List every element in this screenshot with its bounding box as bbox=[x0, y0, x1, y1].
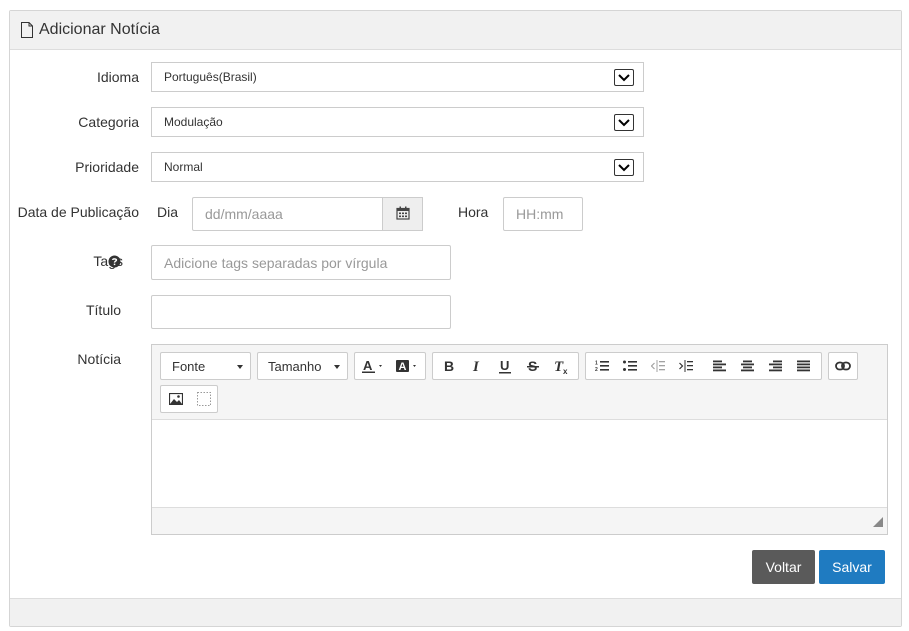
font-label: Fonte bbox=[172, 358, 206, 374]
image-icon[interactable] bbox=[162, 386, 190, 412]
titulo-label: Título bbox=[85, 302, 121, 318]
question-circle-icon[interactable] bbox=[108, 255, 121, 271]
calendar-button[interactable] bbox=[382, 197, 423, 231]
caret-down-icon bbox=[334, 365, 340, 369]
chevron-down-icon bbox=[614, 159, 634, 176]
font-dropdown[interactable]: Fonte bbox=[160, 352, 251, 380]
svg-text:x: x bbox=[563, 367, 568, 374]
time-placeholder: HH:mm bbox=[516, 206, 564, 222]
prioridade-value: Normal bbox=[164, 160, 203, 174]
panel-heading: Adicionar Notícia bbox=[10, 11, 901, 50]
hora-label: Hora bbox=[458, 204, 489, 220]
svg-text:2: 2 bbox=[595, 367, 598, 372]
dia-label: Dia bbox=[157, 204, 179, 220]
categoria-select[interactable]: Modulação bbox=[151, 107, 644, 137]
align-right-icon[interactable] bbox=[762, 353, 790, 379]
prioridade-label: Prioridade bbox=[75, 159, 139, 175]
outdent-icon[interactable] bbox=[644, 353, 672, 379]
noticia-label: Notícia bbox=[77, 351, 121, 367]
color-group: A A bbox=[354, 352, 426, 380]
data-publicacao-label: Data de Publicação bbox=[17, 204, 139, 220]
panel-footer bbox=[10, 598, 901, 626]
document-icon bbox=[20, 22, 34, 38]
categoria-label: Categoria bbox=[78, 114, 139, 130]
calendar-icon bbox=[395, 206, 410, 223]
chevron-down-icon bbox=[614, 69, 634, 86]
time-input[interactable]: HH:mm bbox=[503, 197, 583, 231]
date-placeholder: dd/mm/aaaa bbox=[205, 206, 283, 222]
text-style-group: B I U S Tx bbox=[432, 352, 579, 380]
panel-title: Adicionar Notícia bbox=[39, 21, 160, 38]
video-icon[interactable] bbox=[190, 386, 218, 412]
svg-text:1: 1 bbox=[595, 361, 598, 367]
clear-format-icon[interactable]: Tx bbox=[547, 353, 575, 379]
highlight-color-icon[interactable]: A bbox=[391, 353, 425, 379]
tags-input[interactable]: Adicione tags separadas por vírgula bbox=[151, 245, 451, 280]
editor-toolbar: Fonte Tamanho A A B I U T x 1 2 bbox=[152, 345, 887, 420]
text-color-icon[interactable]: A bbox=[357, 353, 391, 379]
unordered-list-icon[interactable] bbox=[616, 353, 644, 379]
svg-text:I: I bbox=[472, 359, 480, 373]
align-center-icon[interactable] bbox=[734, 353, 762, 379]
link-group bbox=[828, 352, 858, 380]
svg-text:U: U bbox=[500, 359, 509, 373]
italic-icon[interactable]: I bbox=[463, 353, 491, 379]
align-left-icon[interactable] bbox=[706, 353, 734, 379]
size-dropdown[interactable]: Tamanho bbox=[257, 352, 348, 380]
justify-icon[interactable] bbox=[790, 353, 818, 379]
save-button[interactable]: Salvar bbox=[819, 550, 885, 584]
size-label: Tamanho bbox=[268, 358, 322, 374]
strikethrough-icon[interactable]: S bbox=[519, 353, 547, 379]
date-input[interactable]: dd/mm/aaaa bbox=[192, 197, 383, 231]
rich-text-editor: Fonte Tamanho A A B I U T x 1 2 bbox=[151, 344, 888, 535]
underline-icon[interactable]: U bbox=[491, 353, 519, 379]
svg-text:A: A bbox=[399, 361, 407, 373]
svg-text:A: A bbox=[363, 359, 373, 373]
tags-placeholder: Adicione tags separadas por vírgula bbox=[164, 254, 388, 271]
ordered-list-icon[interactable]: 1 2 bbox=[588, 353, 616, 379]
back-button[interactable]: Voltar bbox=[752, 550, 815, 584]
categoria-value: Modulação bbox=[164, 115, 223, 129]
titulo-input[interactable] bbox=[151, 295, 451, 329]
idioma-label: Idioma bbox=[96, 69, 139, 85]
resize-handle-icon[interactable] bbox=[873, 514, 883, 530]
idioma-value: Português(Brasil) bbox=[164, 70, 257, 84]
svg-text:B: B bbox=[444, 359, 454, 373]
caret-down-icon bbox=[237, 365, 243, 369]
insert-group bbox=[160, 385, 218, 413]
idioma-select[interactable]: Português(Brasil) bbox=[151, 62, 644, 92]
indent-icon[interactable] bbox=[672, 353, 700, 379]
link-icon[interactable] bbox=[829, 353, 857, 379]
prioridade-select[interactable]: Normal bbox=[151, 152, 644, 182]
bold-icon[interactable]: B bbox=[435, 353, 463, 379]
chevron-down-icon bbox=[614, 114, 634, 131]
editor-statusbar bbox=[152, 507, 887, 534]
paragraph-group: 1 2 bbox=[585, 352, 822, 380]
